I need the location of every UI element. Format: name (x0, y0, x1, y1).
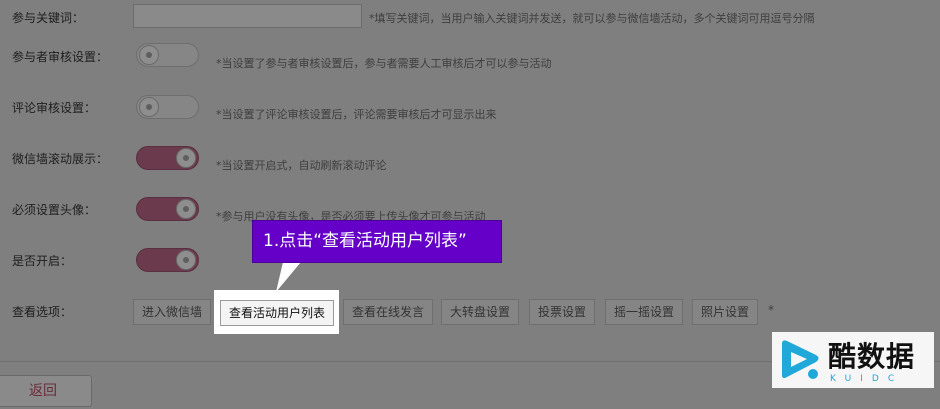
shake-settings-button[interactable]: 摇一摇设置 (605, 299, 684, 325)
step-callout: 1.点击“查看活动用户列表” (252, 220, 502, 263)
keyword-input[interactable] (133, 4, 362, 28)
keyword-hint: *填写关键词，当用户输入关键词并发送，就可以参与微信墙活动，多个关键词可用逗号分… (369, 12, 815, 25)
toggle-knob (139, 45, 159, 65)
require-avatar-label: 必须设置头像： (12, 203, 97, 217)
enabled-label: 是否开启： (12, 254, 73, 268)
comment-review-label: 评论审核设置： (12, 101, 97, 115)
toggle-knob (176, 250, 196, 270)
enter-wall-button[interactable]: 进入微信墙 (133, 299, 212, 325)
participant-review-toggle[interactable] (136, 43, 199, 67)
participant-review-label: 参与者审核设置： (12, 50, 109, 64)
vote-settings-button[interactable]: 投票设置 (529, 299, 596, 325)
participant-review-hint: *当设置了参与者审核设置后，参与者需要人工审核后才可以参与活动 (216, 57, 552, 70)
view-online-messages-button[interactable]: 查看在线发言 (343, 299, 434, 325)
scroll-display-label: 微信墙滚动展示： (12, 152, 109, 166)
watermark-subtitle: KUIDC (830, 374, 904, 384)
enabled-toggle[interactable] (136, 248, 199, 272)
scroll-display-hint: *当设置开启式，自动刷新滚动评论 (216, 159, 387, 172)
photo-settings-button[interactable]: 照片设置 (692, 299, 759, 325)
toggle-knob (176, 199, 196, 219)
options-label: 查看选项： (12, 305, 73, 319)
watermark-title: 酷数据 (828, 340, 916, 373)
wheel-settings-button[interactable]: 大转盘设置 (441, 299, 520, 325)
comment-review-hint: *当设置了评论审核设置后，评论需要审核后才可显示出来 (216, 108, 497, 121)
scroll-display-toggle[interactable] (136, 146, 199, 170)
required-star: * (768, 303, 774, 317)
toggle-knob (139, 97, 159, 117)
keyword-label: 参与关键词： (12, 11, 85, 25)
back-button[interactable]: 返回 (0, 375, 92, 407)
require-avatar-toggle[interactable] (136, 197, 199, 221)
play-icon (782, 340, 819, 379)
view-user-list-button[interactable]: 查看活动用户列表 (220, 300, 335, 326)
comment-review-toggle[interactable] (136, 95, 199, 119)
toggle-knob (176, 148, 196, 168)
watermark-logo: 酷数据 KUIDC (772, 332, 934, 388)
